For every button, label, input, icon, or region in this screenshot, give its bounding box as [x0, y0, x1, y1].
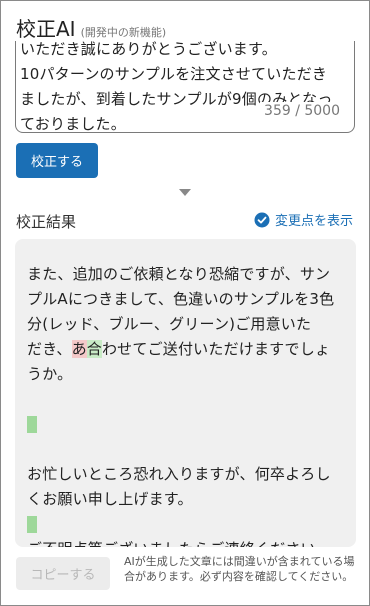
check-circle-icon [254, 212, 270, 227]
show-changes-label: 変更点を表示 [274, 214, 353, 229]
result-line: プルAにつきまして、色違いのサンプルを3色 [27, 290, 335, 308]
inserted-text-highlight: 合 [86, 340, 102, 358]
result-panel: また、追加のご依頼となり恐縮ですが、サン プルAにつきまして、色違いのサンプルを… [15, 239, 356, 547]
result-line: ご不明点等ございましたらご連絡ください。 [27, 537, 349, 547]
result-line: また、追加のご依頼となり恐縮ですが、サン [27, 265, 331, 283]
inserted-linebreak-marker [27, 516, 37, 533]
result-text-segment: だき、 [27, 340, 72, 358]
result-heading: 校正結果 [16, 213, 77, 231]
deleted-text-highlight: あ [71, 340, 87, 358]
show-changes-toggle[interactable]: 変更点を表示 [254, 210, 353, 229]
change-marker-line [27, 512, 349, 537]
result-line: うか。 [27, 365, 73, 383]
result-text-segment: わせてご送付いただけますでしょ [101, 340, 331, 358]
result-line: くお願い申し上げます。 [27, 490, 193, 508]
copy-button[interactable]: コピーする [16, 557, 110, 590]
ai-disclaimer: AIが生成した文章には間違いが含まれている場合があります。必ず内容を確認してくだ… [124, 555, 355, 583]
result-line: 分(レッド、ブルー、グリーン)ご用意いた [27, 315, 312, 333]
inserted-linebreak-marker [27, 416, 37, 433]
input-line: いただき誠にありがとうございます。 [20, 41, 277, 58]
page-subtitle: (開発中の新機能) [80, 26, 167, 39]
result-line: だき、あ合わせてご送付いただけますでしょ [27, 337, 349, 362]
app-window: 校正AI (開発中の新機能) いただき誠にありがとうございます。 10パターンの… [0, 0, 370, 606]
page-title: 校正AI [16, 17, 76, 41]
character-counter: 359 / 5000 [260, 102, 344, 120]
result-line: お忙しいところ恐れ入りますが、何卒よろし [27, 465, 331, 483]
input-line: 10パターンのサンプルを注文させていただき [20, 65, 328, 83]
result-text: また、追加のご依頼となり恐縮ですが、サン プルAにつきまして、色違いのサンプルを… [27, 262, 349, 547]
input-textarea[interactable]: いただき誠にありがとうございます。 10パターンのサンプルを注文させていただき … [15, 41, 355, 133]
header: 校正AI (開発中の新機能) [16, 13, 166, 42]
proofread-button[interactable]: 校正する [16, 143, 98, 178]
change-marker-line [27, 412, 349, 437]
chevron-down-icon [179, 189, 191, 196]
